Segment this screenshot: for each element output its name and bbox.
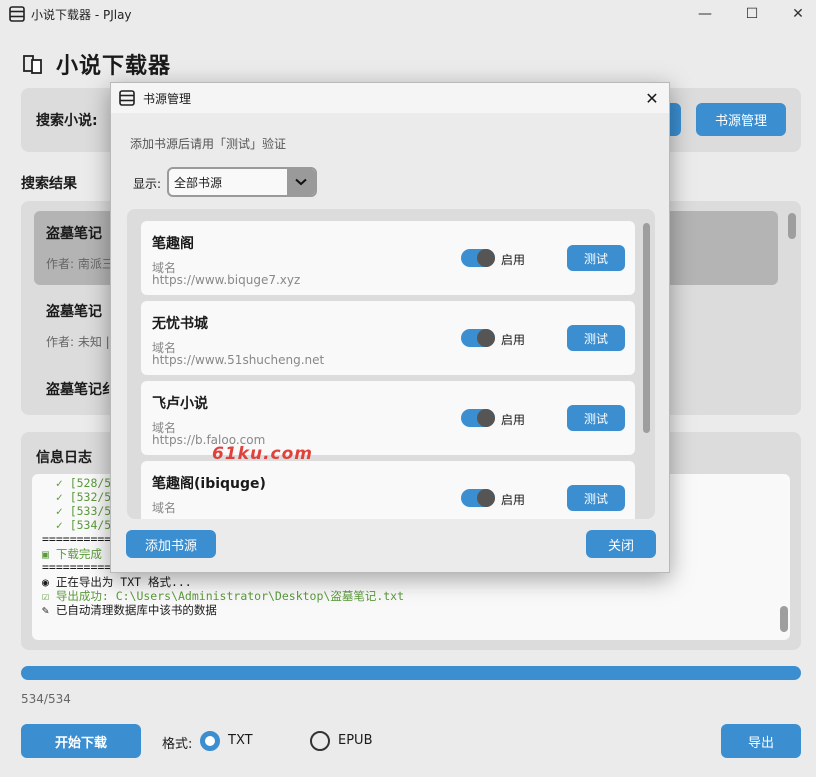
search-label: 搜索小说:: [36, 113, 98, 129]
filter-value: 全部书源: [174, 175, 223, 190]
source-name: 笔趣阁(ibiquge): [152, 476, 266, 492]
results-label: 搜索结果: [21, 176, 77, 192]
enable-toggle[interactable]: [461, 489, 495, 507]
log-label: 信息日志: [36, 450, 92, 466]
enable-label: 启用: [501, 493, 526, 507]
filter-label: 显示:: [133, 177, 162, 191]
app-icon: [9, 6, 25, 22]
source-card: 笔趣阁(ibiquge) 域名 启用 测试: [141, 461, 635, 519]
results-scrollbar[interactable]: [788, 213, 796, 239]
test-button[interactable]: 测试: [567, 485, 625, 511]
result-author: 作者: 未知 |: [46, 335, 110, 349]
source-manage-dialog: 书源管理 ✕ 添加书源后请用「测试」验证 显示: 全部书源 笔趣阁 域名 htt…: [110, 82, 670, 573]
dialog-titlebar: 书源管理: [111, 83, 669, 113]
maximize-button[interactable]: ☐: [729, 0, 775, 28]
source-url: https://www.51shucheng.net: [152, 353, 325, 367]
log-scrollbar[interactable]: [780, 606, 788, 632]
log-line: ✓ [534/5: [42, 518, 112, 532]
result-title: 盗墓笔记纟: [46, 382, 116, 398]
test-button[interactable]: 测试: [567, 245, 625, 271]
source-filter-select[interactable]: 全部书源: [167, 167, 317, 197]
format-txt-radio[interactable]: [200, 731, 220, 751]
start-download-button[interactable]: 开始下载: [21, 724, 141, 758]
enable-toggle[interactable]: [461, 409, 495, 427]
result-title: 盗墓笔记: [46, 226, 102, 242]
progress-bar: [21, 666, 801, 680]
source-name: 笔趣阁: [152, 236, 194, 252]
source-card: 无忧书城 域名 https://www.51shucheng.net 启用 测试: [141, 301, 635, 375]
format-label: 格式:: [162, 737, 193, 752]
chevron-down-icon[interactable]: [287, 169, 315, 195]
log-line: ✓ [528/5: [42, 476, 112, 490]
source-url: https://www.biquge7.xyz: [152, 273, 301, 287]
source-card: 笔趣阁 域名 https://www.biquge7.xyz 启用 测试: [141, 221, 635, 295]
dialog-close-button[interactable]: 关闭: [586, 530, 656, 558]
close-window-button[interactable]: ✕: [775, 0, 816, 28]
enable-label: 启用: [501, 413, 526, 427]
log-line: ✎ 已自动清理数据库中该书的数据: [42, 603, 217, 617]
enable-label: 启用: [501, 333, 526, 347]
books-icon: [23, 55, 42, 74]
dialog-close-icon[interactable]: ✕: [641, 87, 663, 109]
format-epub-radio[interactable]: [310, 731, 330, 751]
result-author: 作者: 南派三: [46, 257, 114, 271]
dialog-hint: 添加书源后请用「测试」验证: [130, 137, 287, 151]
domain-label: 域名: [152, 501, 177, 515]
log-line: ✓ [532/5: [42, 490, 112, 504]
source-list: 笔趣阁 域名 https://www.biquge7.xyz 启用 测试 无忧书…: [127, 209, 655, 519]
progress-text: 534/534: [21, 692, 71, 706]
enable-toggle[interactable]: [461, 329, 495, 347]
log-line: ✓ [533/5: [42, 504, 112, 518]
source-name: 飞卢小说: [152, 396, 208, 412]
watermark: 61ku.com: [212, 444, 313, 464]
format-epub-label[interactable]: EPUB: [338, 733, 373, 748]
dialog-title: 书源管理: [143, 91, 192, 106]
test-button[interactable]: 测试: [567, 325, 625, 351]
log-line: ==========: [42, 560, 112, 574]
source-list-scrollbar[interactable]: [643, 223, 650, 433]
format-txt-label[interactable]: TXT: [228, 733, 253, 748]
app-header: 小说下载器: [22, 48, 171, 80]
add-source-button[interactable]: 添加书源: [126, 530, 216, 558]
window-title: 小说下载器 - PJlay: [31, 7, 132, 22]
app-title: 小说下载器: [56, 54, 172, 79]
source-name: 无忧书城: [152, 316, 208, 332]
export-button[interactable]: 导出: [721, 724, 801, 758]
app-icon: [119, 90, 135, 106]
enable-label: 启用: [501, 253, 526, 267]
enable-toggle[interactable]: [461, 249, 495, 267]
minimize-button[interactable]: —: [682, 0, 728, 28]
result-title: 盗墓笔记: [46, 304, 102, 320]
log-line: ==========: [42, 532, 112, 546]
test-button[interactable]: 测试: [567, 405, 625, 431]
source-manage-button[interactable]: 书源管理: [696, 103, 786, 136]
